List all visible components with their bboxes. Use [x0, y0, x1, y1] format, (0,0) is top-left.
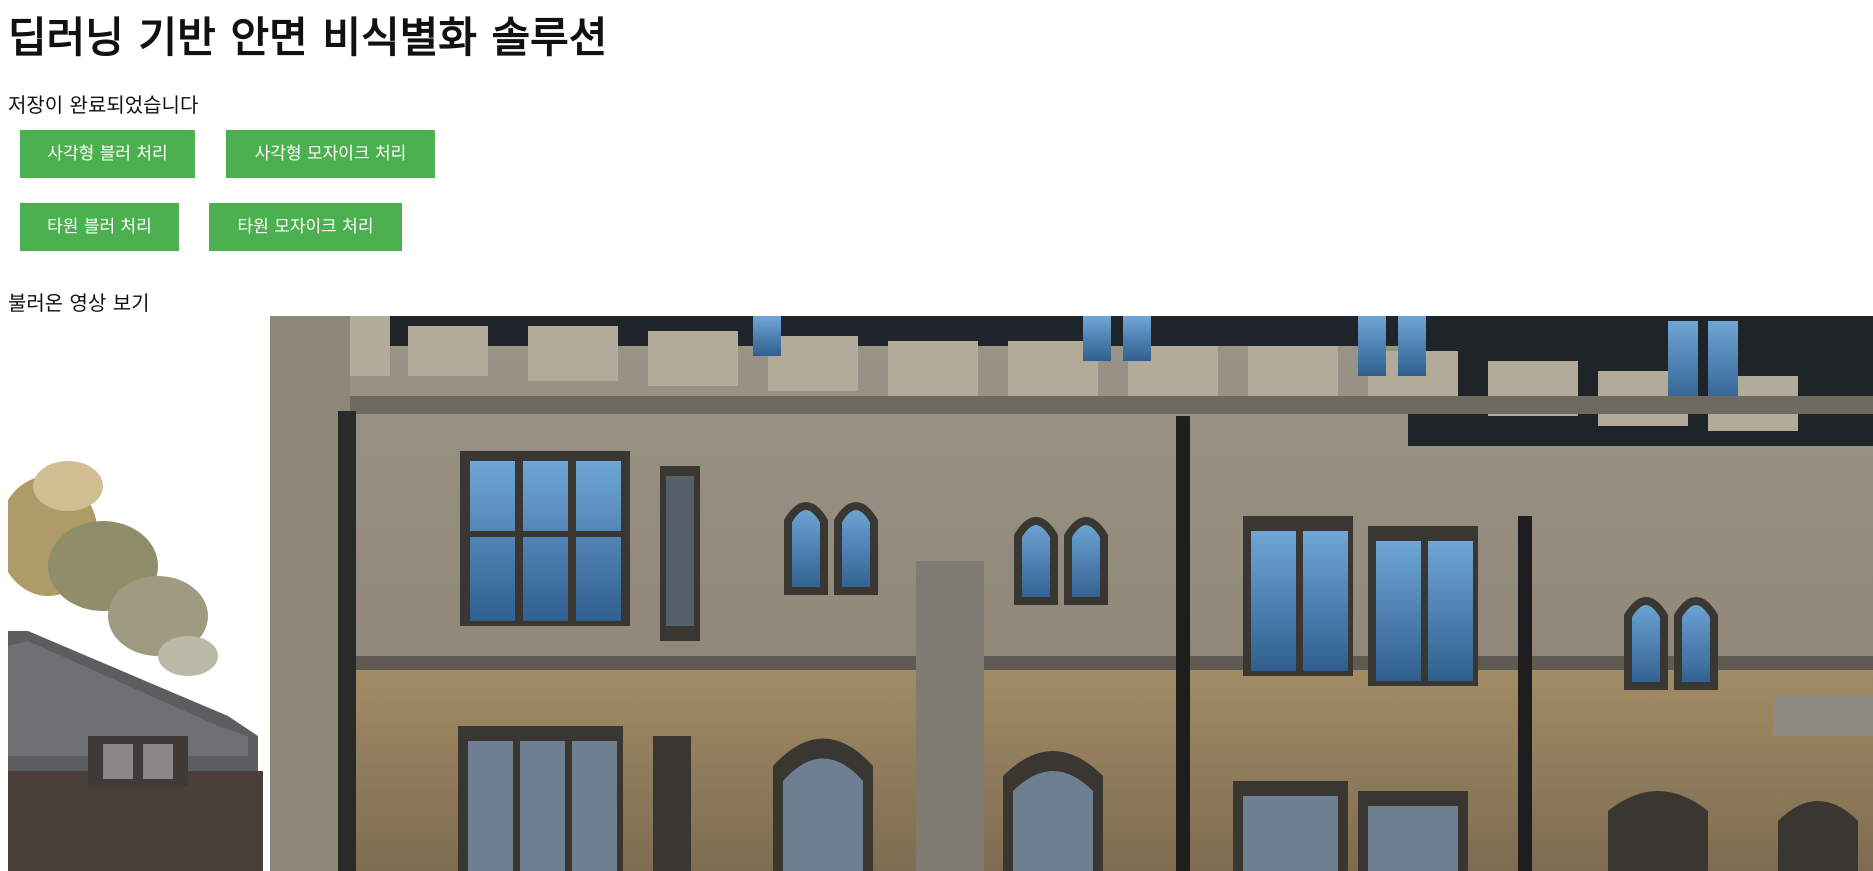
page-title: 딥러닝 기반 안면 비식별화 솔루션 — [8, 13, 608, 62]
rect-mosaic-button[interactable]: 사각형 모자이크 처리 — [226, 130, 435, 178]
loaded-video-label: 불러온 영상 보기 — [8, 291, 150, 315]
rect-blur-button[interactable]: 사각형 블러 처리 — [20, 130, 195, 178]
ellipse-mosaic-button[interactable]: 타원 모자이크 처리 — [209, 203, 402, 251]
loaded-video-frame — [8, 316, 1873, 871]
ellipse-blur-button[interactable]: 타원 블러 처리 — [20, 203, 179, 251]
save-status-message: 저장이 완료되었습니다 — [8, 93, 199, 117]
building-image — [8, 316, 1873, 871]
